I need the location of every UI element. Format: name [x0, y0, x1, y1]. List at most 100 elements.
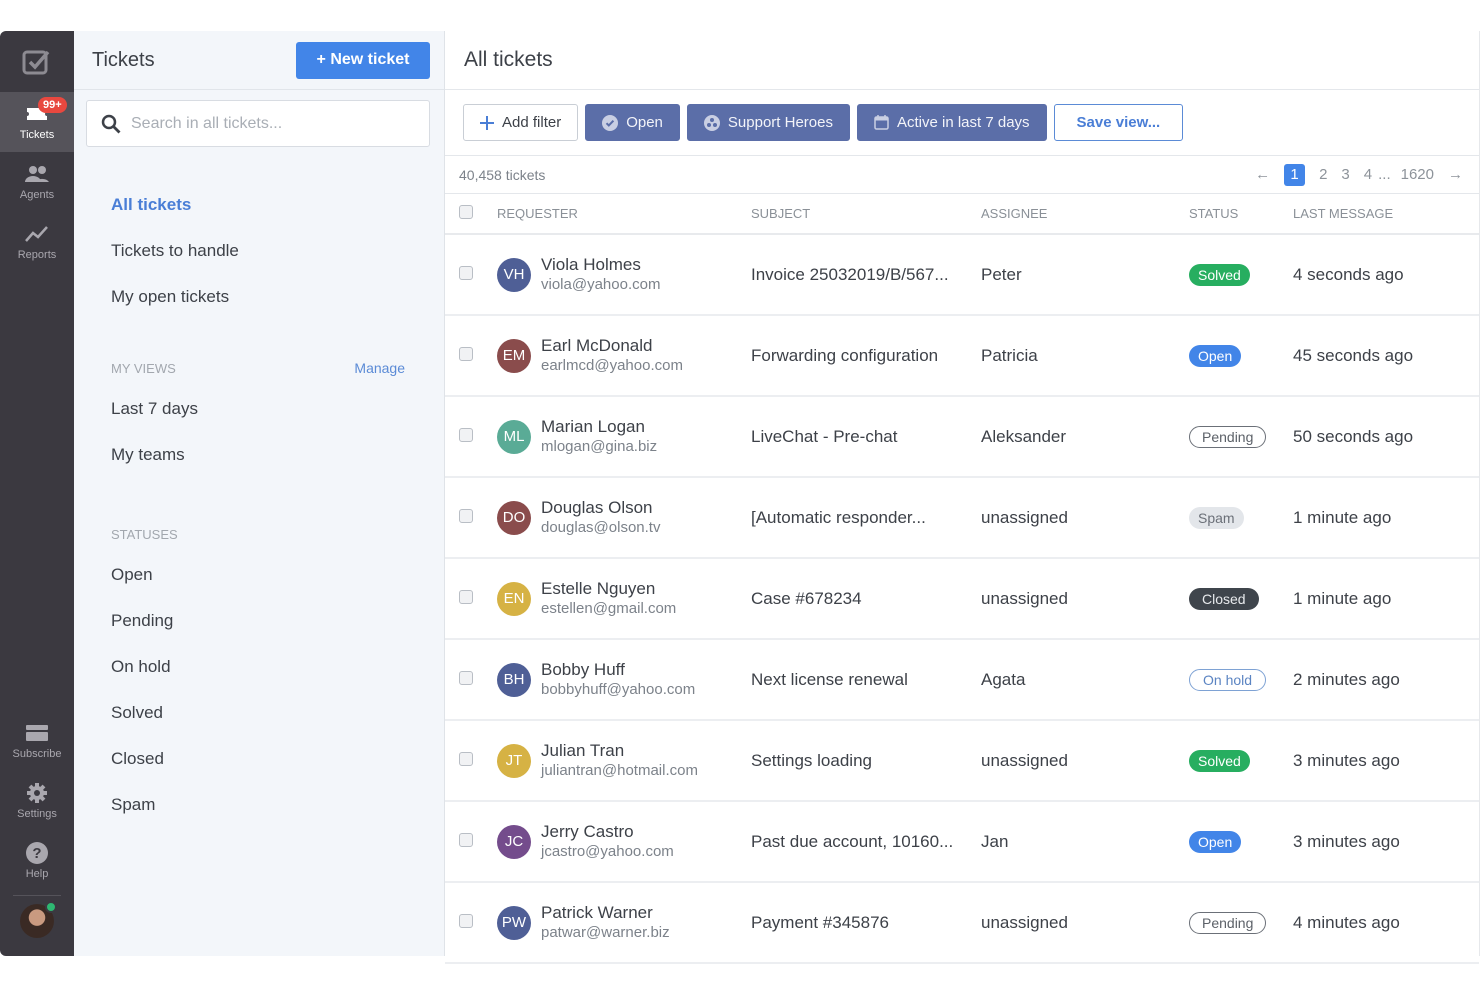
row-select-cell [445, 720, 497, 802]
sidebar-item-my-open-tickets[interactable]: My open tickets [111, 274, 405, 320]
subject-cell[interactable]: Settings loading [751, 720, 981, 802]
rail-item-tickets[interactable]: 99+ Tickets [0, 92, 74, 152]
col-assignee[interactable]: ASSIGNEE [981, 194, 1189, 235]
row-checkbox[interactable] [459, 589, 473, 604]
requester-name[interactable]: Earl McDonald [541, 335, 683, 356]
requester-name[interactable]: Viola Holmes [541, 254, 660, 275]
subject-cell[interactable]: Case #678234 [751, 558, 981, 640]
sidebar-item-tickets-to-handle[interactable]: Tickets to handle [111, 228, 405, 274]
team-icon [703, 114, 720, 131]
select-all-checkbox[interactable] [459, 205, 473, 219]
sidebar-item-open[interactable]: Open [111, 552, 405, 598]
sidebar-item-last-7-days[interactable]: Last 7 days [111, 386, 405, 432]
requester-name[interactable]: Bobby Huff [541, 659, 695, 680]
page-2[interactable]: 2 [1319, 166, 1327, 183]
avatar: VH [497, 257, 531, 292]
sidebar-item-pending[interactable]: Pending [111, 598, 405, 644]
table-row[interactable]: DO Douglas Olson douglas@olson.tv [Automati… [445, 477, 1479, 559]
avatar: EN [497, 581, 531, 616]
table-row[interactable]: EM Earl McDonald earlmcd@yahoo.com Forwardi… [445, 315, 1479, 397]
sidebar-item-all-tickets[interactable]: All tickets [111, 182, 405, 228]
subject-cell[interactable]: Past due account, 10160... [751, 801, 981, 883]
filter-open-chip[interactable]: Open [585, 104, 680, 141]
col-last-message[interactable]: LAST MESSAGE [1293, 194, 1479, 235]
add-filter-button[interactable]: Add filter [463, 104, 579, 141]
page-3[interactable]: 3 [1341, 166, 1349, 183]
requester-cell: ML Marian Logan mlogan@gina.biz [497, 396, 751, 478]
table-row[interactable]: PW Patrick Warner patwar@warner.biz Payment… [445, 882, 1479, 964]
col-status[interactable]: STATUS [1189, 194, 1293, 235]
row-checkbox[interactable] [459, 508, 473, 523]
page-4[interactable]: 4 [1364, 166, 1372, 183]
filter-date-chip[interactable]: Active in last 7 days [856, 104, 1047, 141]
rail-item-agents[interactable]: Agents [0, 152, 74, 212]
table-row[interactable]: ML Marian Logan mlogan@gina.biz LiveChat - … [445, 396, 1479, 478]
row-checkbox[interactable] [459, 751, 473, 766]
row-checkbox[interactable] [459, 913, 473, 928]
requester-cell: PW Patrick Warner patwar@warner.biz [497, 882, 751, 964]
manage-views-link[interactable]: Manage [354, 360, 405, 376]
assignee-cell: Aleksander [981, 396, 1189, 478]
checkbox-logo-icon [22, 50, 50, 74]
requester-name[interactable]: Douglas Olson [541, 497, 660, 518]
sidebar-item-solved[interactable]: Solved [111, 690, 405, 736]
rail-label: Subscribe [12, 748, 62, 760]
subject-cell[interactable]: Next license renewal [751, 639, 981, 721]
row-select-cell [445, 315, 497, 397]
page-1[interactable]: 1 [1284, 163, 1306, 186]
page-last[interactable]: 1620 [1401, 166, 1434, 183]
assignee-cell: unassigned [981, 882, 1189, 964]
table-row[interactable]: VH Viola Holmes viola@yahoo.com Invoice 250… [445, 234, 1479, 316]
subject-cell[interactable]: Invoice 25032019/B/567... [751, 234, 981, 316]
col-subject[interactable]: SUBJECT [751, 194, 981, 235]
subject-cell[interactable]: Forwarding configuration [751, 315, 981, 397]
rail-item-settings[interactable]: Settings [0, 771, 74, 831]
rail-item-help[interactable]: ? Help [0, 831, 74, 891]
user-avatar[interactable] [20, 901, 57, 938]
row-checkbox[interactable] [459, 832, 473, 847]
next-page-arrow-icon[interactable]: → [1448, 166, 1463, 183]
requester-name[interactable]: Jerry Castro [541, 821, 674, 842]
new-ticket-button[interactable]: + New ticket [296, 41, 430, 79]
requester-name[interactable]: Marian Logan [541, 416, 657, 437]
rail-item-subscribe[interactable]: Subscribe [0, 711, 74, 771]
statuses-section: STATUSES [111, 516, 405, 552]
requester-name[interactable]: Patrick Warner [541, 902, 670, 923]
nav-rail: 99+ Tickets Agents Reports Subscribe Set… [0, 31, 74, 956]
sidebar-item-my-teams[interactable]: My teams [111, 432, 405, 478]
filter-team-chip[interactable]: Support Heroes [686, 104, 850, 141]
row-checkbox[interactable] [459, 265, 473, 280]
requester-cell: JT Julian Tran juliantran@hotmail.com [497, 720, 751, 802]
prev-page-arrow-icon[interactable]: ← [1255, 166, 1270, 183]
list-meta: 40,458 tickets ← 1 2 3 4 ... 1620 → [445, 156, 1479, 194]
pagination-ellipsis: ... [1378, 166, 1391, 183]
requester-name[interactable]: Julian Tran [541, 740, 698, 761]
app-logo[interactable] [0, 31, 74, 92]
sidebar-item-spam[interactable]: Spam [111, 782, 405, 828]
sidebar-item-on-hold[interactable]: On hold [111, 644, 405, 690]
subject-cell[interactable]: Payment #345876 [751, 882, 981, 964]
table-header: REQUESTER SUBJECT ASSIGNEE STATUS LAST M… [445, 194, 1479, 235]
rail-item-reports[interactable]: Reports [0, 212, 74, 272]
requester-name[interactable]: Estelle Nguyen [541, 578, 676, 599]
col-requester[interactable]: REQUESTER [497, 194, 751, 235]
table-row[interactable]: EN Estelle Nguyen estellen@gmail.com Case #… [445, 558, 1479, 640]
subject-cell[interactable]: [Automatic responder... [751, 477, 981, 559]
check-circle-icon [602, 114, 619, 131]
svg-text:?: ? [32, 845, 41, 862]
save-view-button[interactable]: Save view... [1053, 104, 1184, 141]
sidebar-item-closed[interactable]: Closed [111, 736, 405, 782]
assignee-cell: Jan [981, 801, 1189, 883]
row-checkbox[interactable] [459, 670, 473, 685]
section-heading: MY VIEWS [111, 360, 176, 376]
status-cell: Solved [1189, 234, 1293, 316]
table-row[interactable]: BH Bobby Huff bobbyhuff@yahoo.com Next lice… [445, 639, 1479, 721]
table-row[interactable]: JC Jerry Castro jcastro@yahoo.com Past due … [445, 801, 1479, 883]
row-checkbox[interactable] [459, 427, 473, 442]
table-row[interactable]: JT Julian Tran juliantran@hotmail.com Setti… [445, 720, 1479, 802]
search-input[interactable] [131, 114, 401, 133]
divider [13, 895, 61, 896]
row-select-cell [445, 477, 497, 559]
row-checkbox[interactable] [459, 346, 473, 361]
subject-cell[interactable]: LiveChat - Pre-chat [751, 396, 981, 478]
